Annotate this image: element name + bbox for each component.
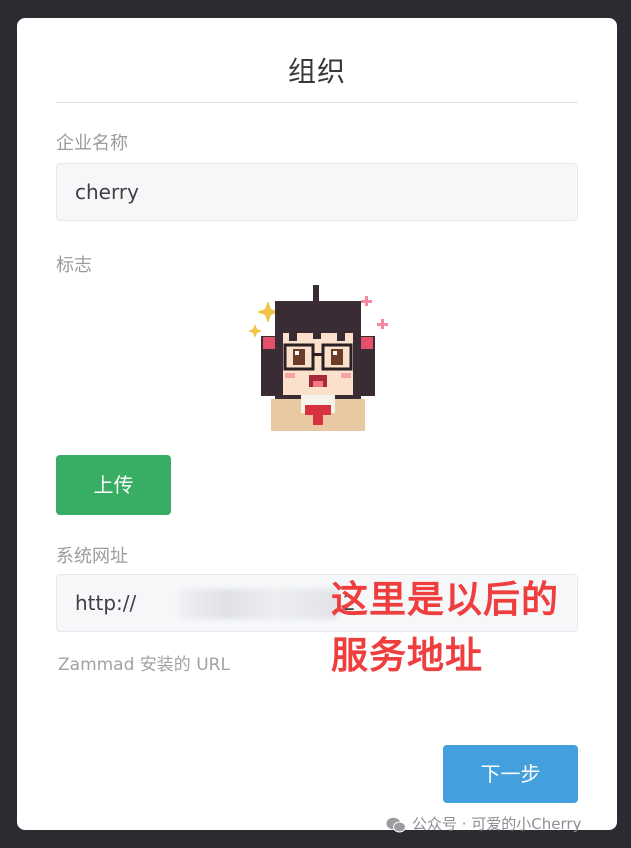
- logo-image: [248, 285, 388, 431]
- url-prefix: http://: [75, 591, 137, 615]
- watermark: 公众号 · 可爱的小Cherry: [386, 813, 581, 834]
- annotation-text: 这里是以后的 服务地址: [331, 572, 591, 684]
- next-button[interactable]: 下一步: [443, 745, 578, 803]
- system-url-label: 系统网址: [56, 546, 128, 567]
- wechat-icon: [386, 817, 406, 832]
- company-name-label: 企业名称: [56, 133, 128, 154]
- setup-card: 组织 企业名称 cherry 标志 上传 系统网址 http:// 2 Zamm…: [17, 18, 617, 830]
- logo-label: 标志: [56, 255, 92, 276]
- watermark-text: 公众号 · 可爱的小Cherry: [412, 815, 582, 833]
- page-title: 组织: [287, 55, 346, 88]
- upload-button[interactable]: 上传: [56, 455, 171, 515]
- title-divider: [56, 102, 578, 103]
- url-blurred-region: [179, 589, 339, 619]
- annotation-line-2: 服务地址: [331, 634, 483, 677]
- company-name-input[interactable]: cherry: [56, 163, 578, 221]
- url-hint: Zammad 安装的 URL: [58, 655, 230, 675]
- annotation-line-1: 这里是以后的: [331, 578, 559, 621]
